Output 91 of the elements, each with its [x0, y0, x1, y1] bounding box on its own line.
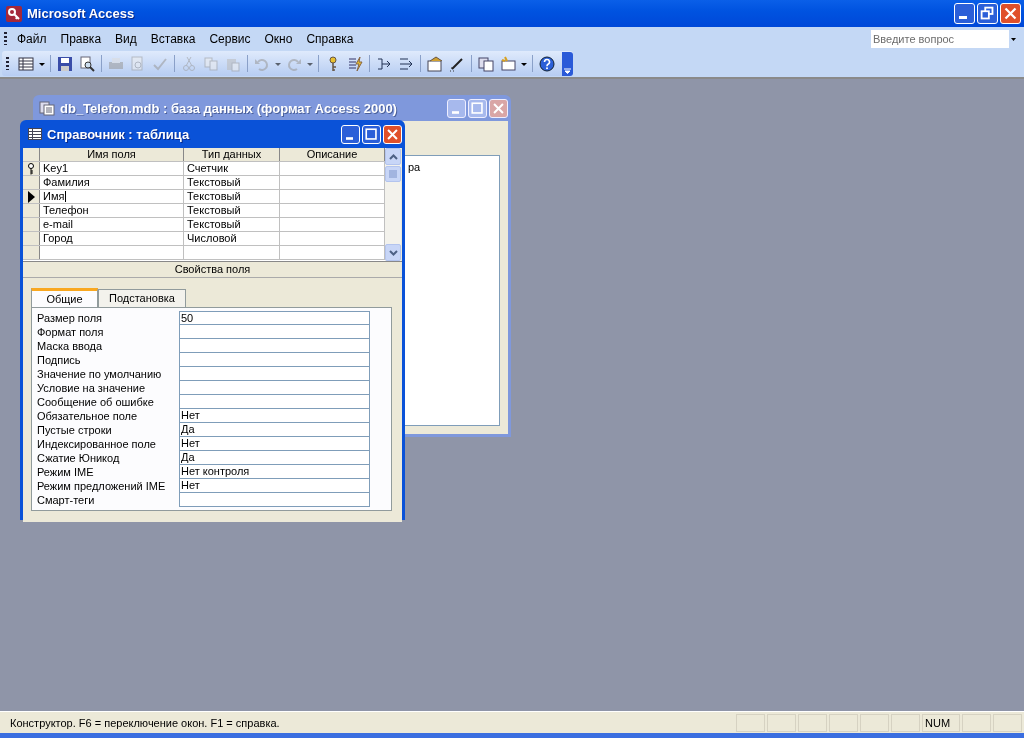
minimize-icon: [345, 136, 353, 140]
property-label: Смарт-теги: [37, 493, 96, 507]
data-type-cell[interactable]: Текстовый: [184, 176, 280, 189]
row-selector[interactable]: [23, 162, 40, 175]
status-panel: [860, 713, 889, 732]
status-panel: [891, 713, 920, 732]
property-label: Пустые строки: [37, 423, 113, 437]
property-label: Формат поля: [37, 325, 105, 339]
maximize-button[interactable]: [468, 98, 487, 118]
property-value-field[interactable]: [179, 325, 370, 339]
property-value-field[interactable]: Да: [179, 423, 370, 437]
property-value-field[interactable]: [179, 493, 370, 507]
row-selector[interactable]: [23, 190, 40, 203]
menu-item[interactable]: Сервис: [205, 31, 259, 46]
object-label: ра: [408, 161, 421, 173]
data-type-cell[interactable]: Текстовый: [184, 218, 280, 231]
restore-button[interactable]: [977, 3, 998, 24]
status-indicator: NUM: [922, 713, 960, 732]
property-value-field[interactable]: [179, 339, 370, 353]
data-type-cell[interactable]: Счетчик: [184, 162, 280, 175]
property-value-field[interactable]: 50: [179, 311, 370, 325]
property-value-field[interactable]: [179, 381, 370, 395]
property-label: Размер поля: [37, 311, 104, 325]
property-value-field[interactable]: Нет: [179, 479, 370, 493]
key-icon: [27, 162, 35, 175]
data-type-cell[interactable]: Текстовый: [184, 204, 280, 217]
toolbar-options-icon[interactable]: [562, 51, 573, 76]
menu-item[interactable]: Окно: [260, 31, 301, 46]
window-title: db_Telefon.mdb : база данных (формат Access 2000): [60, 100, 397, 116]
menu-item[interactable]: Справка: [302, 31, 362, 46]
property-label: Значение по умолчанию: [37, 367, 163, 381]
field-name-cell[interactable]: e-mail: [40, 218, 184, 231]
property-label: Сжатие Юникод: [37, 451, 121, 465]
property-value-field[interactable]: Да: [179, 451, 370, 465]
property-label: Обязательное поле: [37, 409, 139, 423]
property-label: Подпись: [37, 353, 82, 367]
property-value-field[interactable]: Нет: [179, 437, 370, 451]
property-value-field[interactable]: [179, 395, 370, 409]
status-panel: [829, 713, 858, 732]
status-panel: [767, 713, 796, 732]
property-value-field[interactable]: [179, 353, 370, 367]
scroll-up-icon[interactable]: [385, 148, 401, 165]
window-title: Справочник : таблица: [47, 126, 190, 142]
field-name-cell[interactable]: Key1: [40, 162, 184, 175]
key-icon: [5, 4, 23, 23]
field-name: Фамилия: [43, 176, 90, 189]
field-name: Город: [43, 232, 73, 245]
vertical-scrollbar[interactable]: [385, 148, 401, 261]
status-panel: [993, 713, 1022, 732]
close-button[interactable]: [489, 98, 508, 118]
window-title: Microsoft Access: [27, 6, 135, 21]
menu-item[interactable]: Файл: [13, 31, 55, 46]
property-value-field[interactable]: Нет: [179, 409, 370, 423]
tab[interactable]: Общие: [31, 288, 98, 307]
field-name: Key1: [43, 162, 69, 175]
field-name: Телефон: [43, 204, 89, 217]
property-label: Маска ввода: [37, 339, 104, 353]
question-field[interactable]: Введите вопрос: [871, 29, 1009, 48]
menu-item[interactable]: Вставка: [146, 31, 204, 46]
database-icon: [39, 100, 55, 116]
field-name: Имя: [43, 190, 65, 203]
property-label: Сообщение об ошибке: [37, 395, 155, 409]
field-name-cell[interactable]: Телефон: [40, 204, 184, 217]
menu-item[interactable]: Правка: [56, 31, 110, 46]
tab[interactable]: Подстановка: [98, 289, 186, 307]
menu-item[interactable]: Вид: [111, 31, 145, 46]
minimize-icon: [451, 110, 459, 114]
field-name-cell[interactable]: Город: [40, 232, 184, 245]
section-header: Свойства поля: [23, 262, 402, 278]
property-label: Условие на значение: [37, 381, 146, 395]
data-type-cell[interactable]: Текстовый: [184, 190, 280, 203]
field-name-cell[interactable]: Имя: [40, 190, 184, 203]
field-name-cell[interactable]: Фамилия: [40, 176, 184, 189]
property-value-field[interactable]: [179, 367, 370, 381]
property-value-field[interactable]: Нет контроля: [179, 465, 370, 479]
minimize-icon: [959, 16, 967, 19]
property-label: Индексированное поле: [37, 437, 157, 451]
status-panel: [736, 713, 765, 732]
grip-handle[interactable]: [4, 32, 7, 45]
text-cursor: [65, 191, 67, 202]
data-type-cell[interactable]: Числовой: [184, 232, 280, 245]
property-label: Режим IME: [37, 465, 95, 479]
scroll-thumb[interactable]: [385, 166, 401, 182]
status-panel: [962, 713, 991, 732]
scroll-down-icon[interactable]: [385, 244, 401, 261]
field-name: e-mail: [43, 218, 73, 231]
table-icon: [28, 128, 42, 140]
property-label: Режим предложений IME: [37, 479, 167, 493]
status-text: Конструктор. F6 = переключение окон. F1 = справка.: [9, 716, 281, 729]
grip-handle[interactable]: [6, 57, 9, 70]
status-panel: [798, 713, 827, 732]
